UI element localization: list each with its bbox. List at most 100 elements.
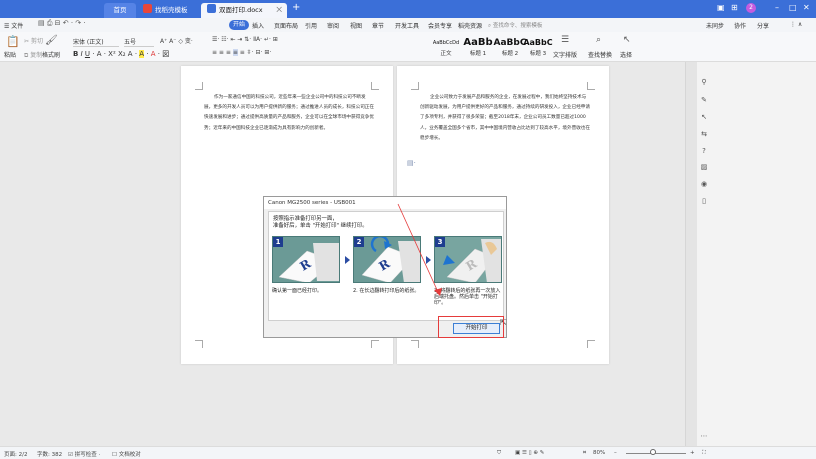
step-arrow-icon [426, 256, 431, 264]
close-window-icon[interactable]: ✕ [803, 3, 810, 15]
avatar[interactable]: 2 [746, 3, 756, 13]
align-icons[interactable]: ≡ ≡ ≡ ≡ ≡ ⇳· ⊟· ⊞· [212, 49, 271, 56]
style-sample: AaBbC [523, 38, 553, 47]
format-painter-icon[interactable]: 🖌 [45, 35, 58, 46]
location-icon[interactable]: ◉ [699, 180, 709, 190]
spell-check[interactable]: ☑ 拼写检查 · [68, 450, 100, 458]
doc-check[interactable]: ☐ 文档校对 [112, 450, 141, 458]
layout-icon[interactable]: ▣ [717, 3, 725, 15]
pointer-icon[interactable]: ↖ [699, 113, 709, 123]
collaborate-button[interactable]: 协作 [734, 21, 746, 30]
vertical-scrollbar[interactable] [685, 62, 697, 446]
more-icon[interactable]: ⋮ ∧ [790, 21, 802, 28]
search-box[interactable]: ⌕ 查找命令、搜索模板 [488, 21, 580, 30]
margin-mark [411, 82, 419, 90]
title-bar: 首页 找稻壳模板 双面打印.docx ⨉ + ▣ ⊞ 2 – □ ✕ [0, 0, 816, 18]
step-number: 1 [273, 237, 283, 247]
dialog-message-line-2: 准备好后，单击 "开始打印" 继续打印。 [273, 222, 368, 229]
tab-home[interactable]: 首页 [104, 3, 136, 18]
menu-docer[interactable]: 稻壳资源 [458, 21, 482, 30]
step-1-caption: 确认第一面已经打印。 [272, 288, 323, 294]
tab-template-label: 找稻壳模板 [155, 6, 188, 14]
writer-logo-icon [207, 4, 216, 13]
insert-paper-icon: R [443, 239, 501, 282]
dialog-content: 按照指示准备打印另一面， 准备好后，单击 "开始打印" 继续打印。 R 1 R [268, 211, 504, 321]
zoom-out-icon[interactable]: – [614, 450, 617, 456]
word-count[interactable]: 字数: 382 [37, 450, 62, 458]
copy-button[interactable]: ⧉ 复制 [24, 50, 42, 60]
new-tab-icon[interactable]: + [292, 2, 300, 13]
sync-status[interactable]: 未同步 [706, 21, 724, 30]
font-size-tools-icon[interactable]: A⁺ A⁻ ◇ 变· [160, 36, 193, 45]
page-indicator[interactable]: 页面: 2/2 [4, 450, 27, 458]
help-icon[interactable]: ? [699, 147, 709, 157]
close-tab-icon[interactable]: ⨉ [276, 3, 282, 18]
navigation-icon[interactable]: ⚲ [699, 78, 709, 88]
zoom-slider-thumb[interactable] [650, 449, 656, 455]
find-icon[interactable]: ⌕ [596, 35, 601, 45]
printer-paper-icon: R [278, 243, 339, 282]
text-layout-button[interactable]: 文字排版 [553, 50, 577, 59]
zoom-in-icon[interactable]: + [690, 450, 695, 456]
page-1-text[interactable]: 作为一家通信中国的科技公司，近些年来一些企业公司中的科技公司不断发展，更多的开发… [204, 93, 374, 134]
maximize-icon[interactable]: □ [789, 3, 797, 15]
margin-mark [411, 340, 419, 348]
docer-logo-icon [143, 4, 152, 13]
menu-insert[interactable]: 插入 [252, 21, 264, 30]
apps-grid-icon[interactable]: ⊞ [731, 3, 738, 15]
status-bar: 页面: 2/2 字数: 382 ☑ 拼写检查 · ☐ 文档校对 ⛉ ▣ ☰ ▯ … [0, 446, 816, 459]
menu-start[interactable]: 开始 [229, 20, 250, 30]
zoom-slider[interactable] [626, 453, 686, 454]
fit-page-icon[interactable]: ⌗ [583, 450, 586, 457]
cut-button[interactable]: ✂ 剪切 [24, 36, 43, 45]
paragraph-note-icon[interactable]: ▤· [407, 159, 416, 167]
menu-view[interactable]: 视图 [350, 21, 362, 30]
menu-developer[interactable]: 开发工具 [395, 21, 419, 30]
select-arrow-icon[interactable]: ↖ [623, 35, 631, 45]
search-icon: ⌕ [488, 23, 492, 29]
font-name-select[interactable]: 宋体 (正文) [73, 37, 119, 47]
menu-review[interactable]: 审阅 [327, 21, 339, 30]
menu-member[interactable]: 会员专享 [428, 21, 452, 30]
menu-bar: ☰ 文件 ▤ ⎙ ⊟ ↶ · ↷ · 开始 插入 页面布局 引用 审阅 视图 章… [0, 18, 816, 32]
share-button[interactable]: 分享 [757, 21, 769, 30]
page-2-text[interactable]: 企业公司致力于发展产品和服务的企业，在发展过程中，我们始终坚持技术与创新驱动发展… [420, 93, 590, 144]
spell-check-label: 拼写检查 [74, 452, 97, 458]
adjust-icon[interactable]: ⇆ [699, 130, 709, 140]
menu-section[interactable]: 章节 [372, 21, 384, 30]
edit-pen-icon[interactable]: ✎ [699, 96, 709, 106]
fullscreen-icon[interactable]: ⛶ [702, 450, 706, 457]
font-size-select[interactable]: 五号 [124, 37, 154, 47]
paste-icon[interactable]: 📋 [6, 35, 20, 48]
ribbon: 📋 粘贴 ✂ 剪切 ⧉ 复制 🖌 格式刷 宋体 (正文) 五号 A⁺ A⁻ ◇ … [0, 32, 816, 62]
paste-button[interactable]: 粘贴 [4, 50, 16, 59]
cut-label: 剪切 [30, 38, 43, 45]
margin-mark [371, 340, 379, 348]
format-painter-button[interactable]: 格式刷 [42, 50, 60, 59]
book-icon[interactable]: ▯ [699, 197, 709, 207]
tab-template[interactable]: 找稻壳模板 [137, 3, 199, 18]
annotation-highlight-box [438, 316, 504, 338]
menu-page-layout[interactable]: 页面布局 [274, 21, 298, 30]
quick-access-icons[interactable]: ▤ ⎙ ⊟ ↶ · ↷ · [38, 19, 86, 28]
step-number: 3 [435, 237, 445, 247]
tab-document-label: 双面打印.docx [219, 6, 263, 14]
list-icons[interactable]: ☰· ☷· ⇤ ⇥ ⇅· ⅡA· ↵· ⊞ [212, 36, 278, 43]
menu-references[interactable]: 引用 [305, 21, 317, 30]
tab-document[interactable]: 双面打印.docx ⨉ [201, 3, 287, 18]
menu-file[interactable]: ☰ 文件 [4, 21, 23, 30]
protect-icon[interactable]: ⛉ [497, 450, 501, 457]
find-replace-button[interactable]: 查找替换 [588, 50, 612, 59]
view-mode-icons[interactable]: ▣ ☰ ▯ ⊕ ✎ [515, 450, 544, 456]
text-layout-icon[interactable]: ☰ [561, 35, 569, 45]
minimize-icon[interactable]: – [775, 3, 779, 15]
zoom-level[interactable]: 80% [593, 450, 605, 456]
more-tools-icon[interactable]: ⋯ [699, 432, 709, 442]
step-number: 2 [354, 237, 364, 247]
margin-mark [195, 340, 203, 348]
image-icon[interactable]: ▨ [699, 163, 709, 173]
right-tool-panel [697, 62, 816, 446]
select-button[interactable]: 选择 [620, 50, 632, 59]
font-format-icons[interactable]: B I U · A · X² X₂ A · A · A · 図 [73, 49, 169, 59]
step-2-illustration: R 2 [353, 236, 421, 283]
